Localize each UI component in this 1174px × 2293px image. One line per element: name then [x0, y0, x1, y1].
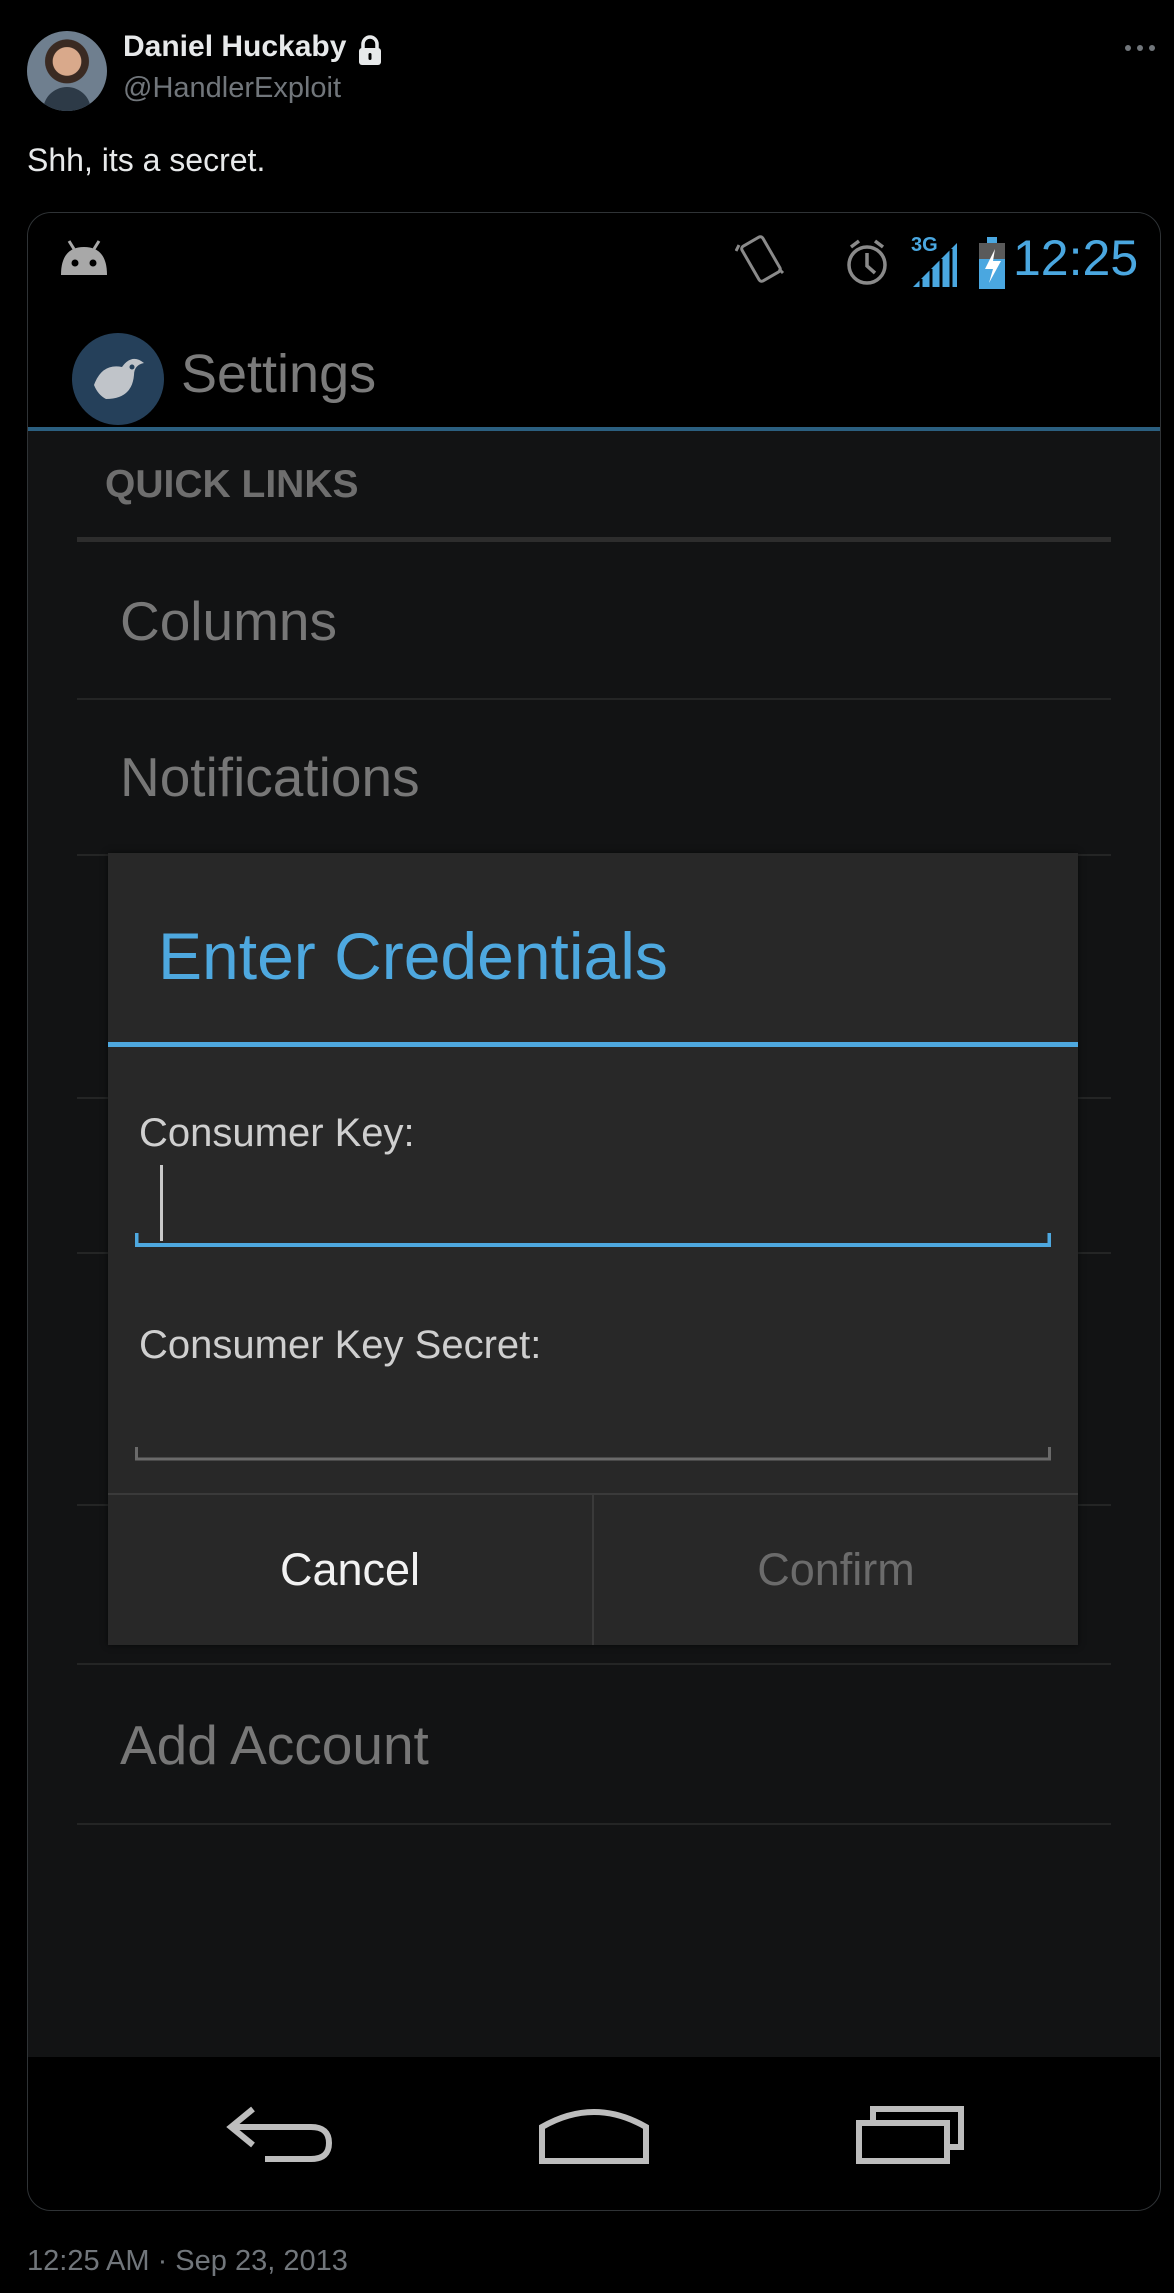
action-bar: Settings [28, 303, 1160, 431]
screen-title: Settings [181, 344, 377, 404]
cancel-button[interactable]: Cancel [108, 1495, 592, 1645]
tweet-media-screenshot[interactable]: 3G 12:25 Settings QUICK LINKS Columns No… [27, 212, 1161, 2211]
settings-item-notifications[interactable]: Notifications [120, 745, 420, 809]
confirm-button[interactable]: Confirm [594, 1495, 1078, 1645]
android-icon [61, 240, 107, 275]
vibrate-icon [735, 235, 785, 283]
settings-item-add-account[interactable]: Add Account [120, 1713, 429, 1777]
avatar[interactable] [27, 31, 107, 111]
bird-icon [94, 358, 144, 399]
app-bird-logo[interactable] [72, 333, 164, 425]
consumer-key-secret-underline [135, 1447, 1051, 1461]
signal-icon: 3G [911, 234, 957, 287]
settings-item-columns[interactable]: Columns [120, 589, 337, 653]
battery-charging-icon [979, 237, 1005, 289]
consumer-key-secret-label: Consumer Key Secret: [139, 1323, 542, 1367]
author-name[interactable]: Daniel Huckaby [123, 30, 346, 64]
more-icon[interactable] [1123, 38, 1157, 58]
status-clock: 12:25 [1013, 230, 1139, 286]
credentials-dialog: Enter Credentials Consumer Key: Consumer… [108, 853, 1078, 1645]
text-cursor [160, 1165, 163, 1241]
consumer-key-secret-input[interactable] [135, 1367, 1055, 1449]
status-icons: 3G [735, 234, 1005, 289]
tweet-text: Shh, its a secret. [27, 142, 266, 178]
home-icon[interactable] [537, 2097, 651, 2167]
back-icon[interactable] [225, 2097, 335, 2167]
recents-icon[interactable] [855, 2097, 967, 2167]
nav-bar [28, 2057, 1160, 2210]
dialog-title: Enter Credentials [158, 919, 668, 993]
row-divider [77, 698, 1111, 700]
lock-icon [359, 35, 381, 65]
tweet-timestamp[interactable]: 12:25 AM · Sep 23, 2013 [27, 2245, 348, 2278]
status-bar: 3G 12:25 [28, 213, 1160, 303]
row-divider [77, 1823, 1111, 1825]
author-handle[interactable]: @HandlerExploit [123, 72, 341, 105]
consumer-key-label: Consumer Key: [139, 1111, 415, 1155]
section-divider [77, 537, 1111, 542]
alarm-icon [847, 239, 887, 285]
svg-text:3G: 3G [911, 234, 938, 256]
consumer-key-underline [135, 1233, 1051, 1247]
dialog-title-divider [108, 1042, 1078, 1047]
section-header-quick-links: QUICK LINKS [105, 463, 359, 506]
consumer-key-input[interactable] [135, 1153, 1055, 1235]
row-divider [77, 1663, 1111, 1665]
